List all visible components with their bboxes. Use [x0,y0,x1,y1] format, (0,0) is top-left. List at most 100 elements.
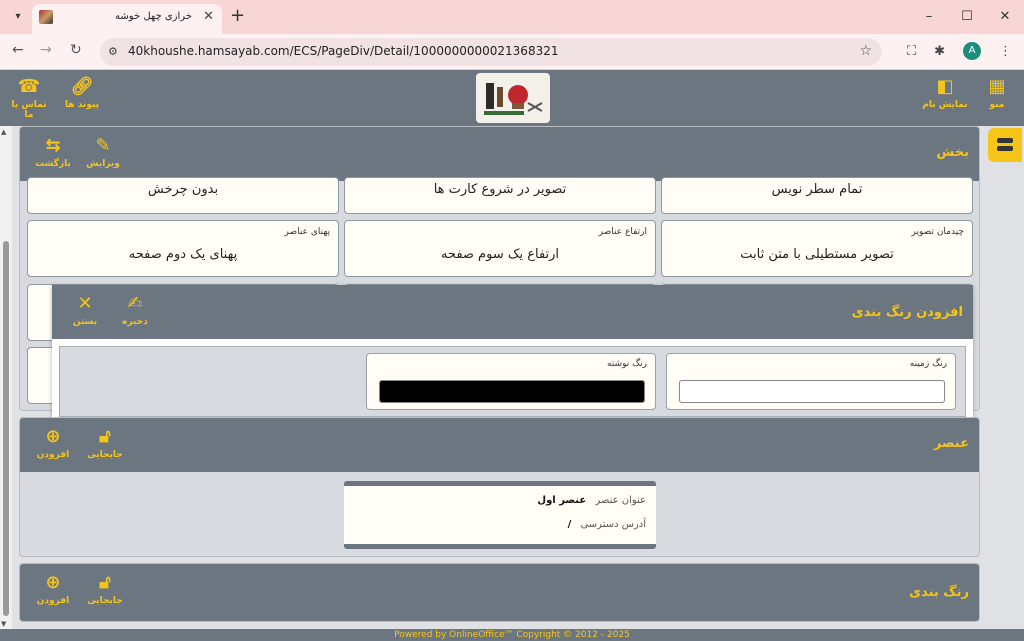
section-element-title: عنصر [933,436,969,451]
section-coloring: رنگ بندی 🔓︎ جابجایی ⊕ افزودن [19,563,980,622]
setting-card[interactable]: بدون چرخش [27,177,339,214]
link-icon: 🔗︎ [70,76,94,97]
minimize-button[interactable]: – [910,0,948,34]
tab-list-chevron-icon[interactable]: ▾ [8,7,28,27]
move-label: جابجایی [87,596,123,606]
more-menu-icon[interactable]: ⋮ [999,44,1012,59]
links-label: پیوند ها [64,100,100,110]
panel-icon [997,138,1013,152]
add-label: افزودن [36,596,70,606]
contact-label: تماس با ما [11,100,47,120]
sidebar-toggle-icon: ◧ [936,76,954,97]
extensions-icon[interactable]: ✱ [934,44,945,59]
edit-label: ویرایش [86,159,120,169]
save-button[interactable]: ✍ ذخیره [110,293,160,327]
setting-value: ارتفاع یک سوم صفحه [440,247,560,262]
browser-tab-bar: ▾ خرازی چهل خوشه ✕ + – ☐ ✕ [0,0,1024,34]
element-address-key: آدرس دسترسی [580,519,646,530]
links-button[interactable]: 🔗︎ پیوند ها [64,76,100,110]
back-button[interactable]: ⇆ بازگشت [28,135,78,169]
browser-toolbar: ← → ↻ ⚙ 40khoushe.hamsayab.com/ECS/PageD… [0,34,1024,70]
setting-card[interactable]: تصویر در شروع کارت ها [344,177,656,214]
grid-icon: ▦ [988,76,1006,97]
section-part-title: بخش [936,145,969,160]
close-icon: ✕ [77,293,93,314]
section-coloring-title: رنگ بندی [909,585,969,600]
show-name-label: نمایش نام [922,100,968,110]
section-part-header: بخش ✎ ویرایش ⇆ بازگشت [20,127,979,181]
element-title-row: عنوان عنصر عنصر اول [537,495,646,506]
close-button[interactable]: ✕ بستن [60,293,110,327]
side-panel-toggle[interactable] [988,128,1022,162]
move-button[interactable]: 🔓︎ جابجایی [80,572,130,606]
show-name-button[interactable]: ◧ نمایش نام [918,76,972,110]
scroll-up-icon[interactable]: ▲ [1,128,6,136]
setting-value: پهنای یک دوم صفحه [128,247,238,262]
browser-tab[interactable]: خرازی چهل خوشه ✕ [32,4,222,34]
contact-button[interactable]: ☎ تماس با ما [6,76,52,120]
add-coloring-modal: افزودن رنگ بندی ✍ ذخیره ✕ بستن رنگ زمینه… [52,285,973,425]
lock-icon: 🔓︎ [99,426,111,447]
add-label: افزودن [36,450,70,460]
modal-title: افزودن رنگ بندی [851,305,963,320]
scrollbar-thumb[interactable] [3,241,9,616]
modal-header: افزودن رنگ بندی ✍ ذخیره ✕ بستن [52,285,973,339]
setting-value: تصویر در شروع کارت ها [433,182,567,197]
return-icon: ⇆ [45,135,61,156]
screen-capture-icon[interactable]: ⛶ [907,44,916,59]
text-color-input[interactable] [379,380,645,403]
setting-card[interactable]: چیدمان تصویر تصویر مستطیلی با متن ثابت [661,220,973,277]
url-text[interactable]: 40khoushe.hamsayab.com/ECS/PageDiv/Detai… [128,44,558,58]
close-window-button[interactable]: ✕ [986,0,1024,34]
site-info-icon[interactable]: ⚙ [108,45,118,58]
pencil-icon: ✎ [95,135,111,156]
tab-close-icon[interactable]: ✕ [203,9,214,24]
section-coloring-header: رنگ بندی 🔓︎ جابجایی ⊕ افزودن [20,564,979,621]
new-tab-plus-icon[interactable]: + [230,5,245,26]
setting-label: ارتفاع عناصر [598,227,647,237]
phone-icon: ☎ [17,76,41,97]
element-address-value: / [567,519,572,530]
page-scrollbar[interactable]: ▲ ▼ [0,126,12,630]
site-logo[interactable] [476,73,550,123]
add-button[interactable]: ⊕ افزودن [28,572,78,606]
element-title-value: عنصر اول [537,495,587,506]
setting-label: پهنای عناصر [284,227,330,237]
text-color-label: رنگ نوشته [606,359,647,369]
add-circle-icon: ⊕ [45,426,61,447]
section-element: عنصر 🔓︎ جابجایی ⊕ افزودن عنوان عنصر عنصر… [19,417,980,557]
modal-body: رنگ زمینه رنگ نوشته [59,346,966,417]
setting-card[interactable]: تمام سطر نویس [661,177,973,214]
setting-value: تصویر مستطیلی با متن ثابت [740,247,894,262]
background-color-field: رنگ زمینه [666,353,956,410]
favicon-icon [39,10,53,24]
background-color-input[interactable] [679,380,945,403]
section-element-header: عنصر 🔓︎ جابجایی ⊕ افزودن [20,418,979,472]
address-bar[interactable]: ⚙ 40khoushe.hamsayab.com/ECS/PageDiv/Det… [100,38,882,66]
element-title-key: عنوان عنصر [595,495,646,506]
app-header: ▦ منو ◧ نمایش نام 🔗︎ پیوند ها ☎ تماس با … [0,70,1024,126]
setting-card[interactable]: ارتفاع عناصر ارتفاع یک سوم صفحه [344,220,656,277]
add-button[interactable]: ⊕ افزودن [28,426,78,460]
menu-button[interactable]: ▦ منو [984,76,1010,110]
element-card[interactable]: عنوان عنصر عنصر اول آدرس دسترسی / [344,481,656,549]
reload-icon[interactable]: ↻ [70,42,82,58]
bookmark-star-icon[interactable]: ☆ [859,43,872,59]
move-label: جابجایی [87,450,123,460]
scroll-down-icon[interactable]: ▼ [1,620,6,628]
element-address-row: آدرس دسترسی / [568,519,646,530]
move-button[interactable]: 🔓︎ جابجایی [80,426,130,460]
setting-label: چیدمان تصویر [911,227,964,237]
footer-copyright: Powered by OnlineOffice™ Copyright © 201… [0,629,1024,641]
save-edit-icon: ✍ [127,293,143,314]
setting-value: تمام سطر نویس [771,182,863,197]
forward-arrow-icon[interactable]: → [40,42,52,58]
back-arrow-icon[interactable]: ← [12,42,24,58]
edit-button[interactable]: ✎ ویرایش [78,135,128,169]
close-label: بستن [72,317,98,327]
profile-avatar[interactable]: A [963,42,981,60]
maximize-button[interactable]: ☐ [948,0,986,34]
lock-icon: 🔓︎ [99,572,111,593]
back-label: بازگشت [35,159,71,169]
setting-card[interactable]: پهنای عناصر پهنای یک دوم صفحه [27,220,339,277]
